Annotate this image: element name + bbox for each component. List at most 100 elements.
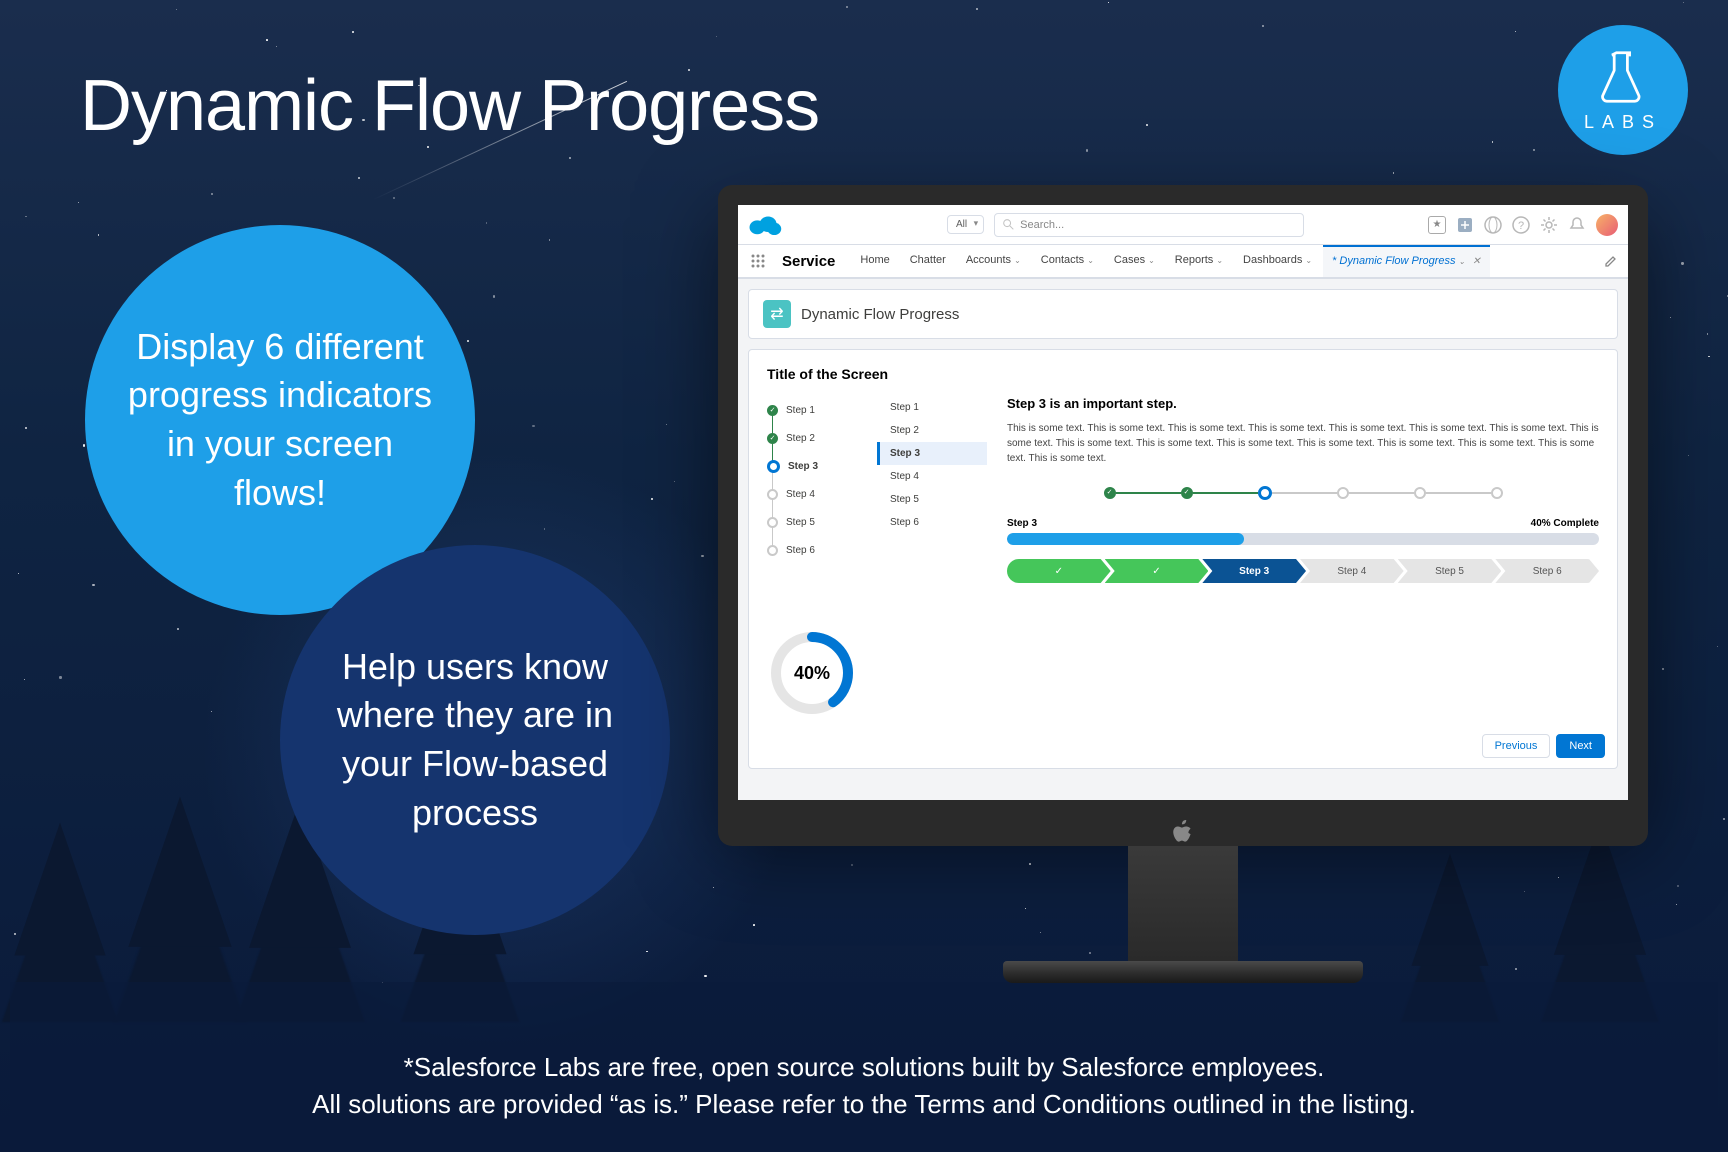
chevron-down-icon[interactable]: ⌄ (1216, 256, 1223, 265)
progress-line (1349, 492, 1414, 494)
labs-badge: LABS (1558, 25, 1688, 155)
sf-global-header: All Search... ★ ? (738, 205, 1628, 245)
chevron-down-icon[interactable]: ⌄ (1014, 256, 1021, 265)
tab-label: Accounts (966, 254, 1011, 266)
sf-body: ⇄ Dynamic Flow Progress Title of the Scr… (738, 279, 1628, 800)
path-step-label: Step 3 (1239, 566, 1269, 577)
app-launcher-icon[interactable] (748, 245, 768, 277)
vprog-step[interactable]: Step 5 (767, 508, 857, 536)
flow-icon: ⇄ (763, 300, 791, 328)
vprog-step[interactable]: Step 4 (767, 480, 857, 508)
progress-dot-icon (767, 460, 780, 473)
step-heading: Step 3 is an important step. (1007, 396, 1599, 411)
progress-dot-icon (767, 545, 778, 556)
setup-gear-icon[interactable] (1540, 216, 1558, 234)
monitor-stand (1128, 846, 1238, 961)
callout-1-text: Display 6 different progress indicators … (125, 323, 435, 517)
tab-label: Reports (1175, 254, 1214, 266)
chevron-down-icon[interactable]: ⌄ (1087, 256, 1094, 265)
labs-text: LABS (1584, 112, 1662, 133)
check-icon: ✓ (1055, 566, 1063, 577)
progress-dot-icon (767, 489, 778, 500)
tab-reports[interactable]: Reports⌄ (1166, 245, 1232, 277)
path-step[interactable]: Step 3 (1202, 559, 1306, 583)
vnav-step[interactable]: Step 6 (877, 511, 987, 534)
path-step[interactable]: ✓ (1105, 559, 1209, 583)
bar-right-label: 40% Complete (1531, 518, 1599, 529)
notifications-bell-icon[interactable] (1568, 216, 1586, 234)
previous-button[interactable]: Previous (1482, 734, 1551, 758)
app-name: Service (770, 245, 847, 277)
path-step-label: Step 4 (1337, 566, 1366, 577)
progress-dot-icon (1491, 487, 1503, 499)
card-title: Title of the Screen (767, 366, 1599, 382)
chevron-path: ✓ ✓ Step 3 Step 4 Step 5 Step 6 (1007, 559, 1599, 583)
vprog-step[interactable]: Step 1 (767, 396, 857, 424)
monitor-screen: All Search... ★ ? (738, 205, 1628, 800)
chevron-down-icon[interactable]: ⌄ (1148, 256, 1155, 265)
path-step[interactable]: ✓ (1007, 559, 1111, 583)
progress-dot-icon (1181, 487, 1193, 499)
progress-dot-icon (1414, 487, 1426, 499)
flow-card: Title of the Screen Step 1Step 2Step 3St… (748, 349, 1618, 769)
object-picker[interactable]: All (947, 215, 984, 234)
path-step[interactable]: Step 4 (1300, 559, 1404, 583)
header-actions: ★ ? (1428, 214, 1618, 236)
vnav-step[interactable]: Step 2 (877, 419, 987, 442)
vnav-step[interactable]: Step 5 (877, 488, 987, 511)
add-icon[interactable] (1456, 216, 1474, 234)
footer-line-1: *Salesforce Labs are free, open source s… (404, 1049, 1325, 1085)
apple-logo-icon (1172, 820, 1194, 846)
footer-line-2: All solutions are provided “as is.” Plea… (312, 1086, 1416, 1122)
vprog-step[interactable]: Step 2 (767, 424, 857, 452)
vnav-step[interactable]: Step 3 (877, 442, 987, 465)
step-label: Step 5 (786, 517, 815, 528)
step-label: Step 2 (786, 433, 815, 444)
page-header-title: Dynamic Flow Progress (801, 306, 959, 323)
tab-label: Cases (1114, 254, 1145, 266)
horizontal-dot-progress (1007, 486, 1599, 500)
flask-icon (1601, 48, 1645, 106)
tab-cases[interactable]: Cases⌄ (1105, 245, 1164, 277)
close-tab-icon[interactable]: ✕ (1472, 256, 1480, 267)
progress-dot-icon (1258, 486, 1272, 500)
main-column: Step 3 is an important step. This is som… (1007, 396, 1599, 583)
sf-nav-bar: Service HomeChatterAccounts⌄Contacts⌄Cas… (738, 245, 1628, 279)
chevron-down-icon[interactable]: ⌄ (1305, 256, 1312, 265)
path-step[interactable]: Step 6 (1495, 559, 1599, 583)
progress-dot-icon (1337, 487, 1349, 499)
edit-nav-icon[interactable] (1604, 245, 1618, 277)
tab-label: Home (860, 254, 889, 266)
tab-dashboards[interactable]: Dashboards⌄ (1234, 245, 1321, 277)
tab-dynamic-flow-progress[interactable]: * Dynamic Flow Progress ⌄ ✕ (1323, 245, 1490, 277)
tab-home[interactable]: Home (851, 245, 898, 277)
progress-dot-icon (767, 405, 778, 416)
vnav-step[interactable]: Step 1 (877, 396, 987, 419)
bar-progress-labels: Step 3 40% Complete (1007, 518, 1599, 529)
vprog-step[interactable]: Step 6 (767, 536, 857, 564)
vnav-step[interactable]: Step 4 (877, 465, 987, 488)
tab-accounts[interactable]: Accounts⌄ (957, 245, 1030, 277)
support-icon[interactable] (1484, 216, 1502, 234)
vertical-nav: Step 1Step 2Step 3Step 4Step 5Step 6 (877, 396, 987, 583)
favorites-icon[interactable]: ★ (1428, 216, 1446, 234)
global-search[interactable]: Search... (994, 213, 1304, 237)
search-icon (1003, 219, 1014, 230)
step-label: Step 1 (786, 405, 815, 416)
ring-label: 40% (767, 628, 857, 718)
next-button[interactable]: Next (1556, 734, 1605, 758)
path-step-label: Step 5 (1435, 566, 1464, 577)
user-avatar[interactable] (1596, 214, 1618, 236)
tab-chatter[interactable]: Chatter (901, 245, 955, 277)
tab-contacts[interactable]: Contacts⌄ (1032, 245, 1103, 277)
progress-dot-icon (1104, 487, 1116, 499)
callout-circle-2: Help users know where they are in your F… (280, 545, 670, 935)
progress-dot-icon (767, 517, 778, 528)
page-title: Dynamic Flow Progress (80, 65, 819, 147)
flow-footer-buttons: Previous Next (1482, 734, 1605, 758)
help-icon[interactable]: ? (1512, 216, 1530, 234)
monitor-base (1003, 961, 1363, 983)
path-step[interactable]: Step 5 (1398, 559, 1502, 583)
vprog-step[interactable]: Step 3 (767, 452, 857, 480)
chevron-down-icon[interactable]: ⌄ (1459, 257, 1466, 266)
